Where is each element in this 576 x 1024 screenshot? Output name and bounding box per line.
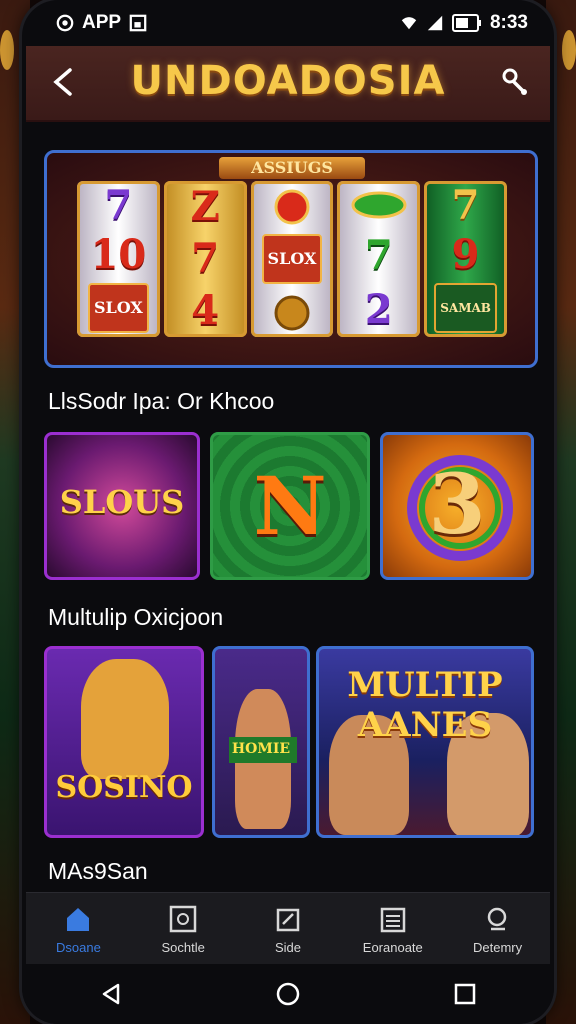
wifi-icon bbox=[401, 17, 417, 30]
section-title: Multulip Oxicjoon bbox=[48, 604, 224, 630]
nav-item-slide[interactable]: Side bbox=[236, 893, 341, 965]
game-tile-label: HOMIE bbox=[231, 741, 291, 757]
app-header: UNDOADOSIA bbox=[26, 46, 550, 122]
status-bar: APP 8:33 bbox=[22, 0, 554, 46]
reel: 7 10 SLOX bbox=[77, 181, 160, 337]
nav-item-home[interactable]: Dsoane bbox=[26, 893, 131, 965]
system-nav-bar bbox=[22, 964, 554, 1024]
background-light bbox=[562, 30, 576, 70]
game-tile[interactable]: 3 bbox=[380, 432, 534, 580]
search-icon bbox=[487, 907, 506, 930]
reel-symbol: SLOX bbox=[87, 283, 149, 334]
slot-reels: 7 10 SLOX Z 7 4 SLOX 7 2 7 9 SAMAB bbox=[77, 181, 507, 337]
system-home-icon[interactable] bbox=[275, 981, 301, 1007]
reel-symbol: 7 bbox=[191, 235, 220, 282]
game-tile-label: SLOUS bbox=[59, 483, 185, 521]
slide-icon bbox=[276, 908, 300, 931]
system-back-icon[interactable] bbox=[98, 981, 124, 1007]
cherry-icon bbox=[274, 189, 310, 225]
nav-label: Sochtle bbox=[161, 939, 205, 955]
reel: 7 2 bbox=[337, 181, 421, 337]
bottom-nav: Dsoane Sochtle Side Eoranoate Detemry bbox=[26, 892, 550, 965]
background-light bbox=[0, 30, 14, 70]
nav-item-schedule[interactable]: Sochtle bbox=[131, 893, 236, 965]
system-recents-icon[interactable] bbox=[452, 981, 478, 1007]
reel-symbol: SAMAB bbox=[434, 283, 497, 334]
game-tile[interactable]: SOSINO bbox=[44, 646, 204, 838]
nav-item-calendar[interactable]: Eoranoate bbox=[340, 893, 445, 965]
reel-symbol: 4 bbox=[191, 287, 220, 334]
home-icon bbox=[67, 907, 90, 931]
reel-symbol: 2 bbox=[364, 286, 393, 333]
game-tile[interactable]: HOMIE bbox=[212, 646, 310, 838]
signal-icon bbox=[427, 15, 443, 31]
game-tile[interactable]: N bbox=[210, 432, 370, 580]
game-tile-label: SOSINO bbox=[55, 770, 193, 805]
reel-symbol: SLOX bbox=[261, 233, 323, 284]
status-app-label: APP bbox=[82, 12, 122, 33]
nav-label: Eoranoate bbox=[362, 939, 423, 955]
game-tile[interactable]: SLOUS bbox=[44, 432, 200, 580]
game-tile-label: N bbox=[253, 459, 327, 553]
reel-symbol: 7 bbox=[364, 232, 393, 279]
gem-icon bbox=[351, 191, 407, 219]
reel-symbol: 9 bbox=[451, 230, 480, 278]
featured-slot-banner[interactable]: ASSIUGS 7 10 SLOX Z 7 4 SLOX 7 2 7 9 SAM… bbox=[44, 150, 538, 368]
reel-symbol: 7 bbox=[104, 181, 133, 229]
phone-frame: APP 8:33 UNDOADOSIA ASSIUGS 7 10 SLOX Z … bbox=[22, 0, 554, 1024]
location-icon bbox=[56, 14, 74, 32]
reel: SLOX bbox=[250, 181, 334, 337]
game-tile[interactable]: MULTIP AANES bbox=[316, 646, 534, 838]
status-time: 8:33 bbox=[489, 12, 528, 33]
nav-label: Detemry bbox=[473, 939, 523, 955]
back-icon[interactable] bbox=[44, 62, 84, 102]
calendar-icon bbox=[380, 907, 406, 932]
reel-symbol: 10 bbox=[90, 230, 147, 278]
section-title: LlsSodr Ipa: Or Khcoo bbox=[48, 388, 275, 414]
nav-item-search[interactable]: Detemry bbox=[445, 893, 550, 965]
image-icon bbox=[129, 14, 147, 32]
game-tile-label: MULTIP AANES bbox=[347, 665, 503, 745]
reel: Z 7 4 bbox=[163, 181, 247, 337]
battery-icon bbox=[451, 14, 481, 32]
banner-plaque: ASSIUGS bbox=[219, 157, 365, 179]
nav-label: Dsoane bbox=[55, 939, 101, 955]
section-title: MAs9San bbox=[48, 858, 148, 884]
nav-label: Side bbox=[274, 939, 301, 955]
game-tile-label: 3 bbox=[428, 457, 486, 553]
reel-symbol: 7 bbox=[451, 181, 480, 229]
user-icon[interactable] bbox=[494, 62, 534, 102]
reel-symbol: Z bbox=[190, 183, 220, 230]
character-figure bbox=[81, 659, 169, 779]
square-icon bbox=[169, 905, 197, 932]
coin-icon bbox=[274, 295, 310, 331]
app-title: UNDOADOSIA bbox=[130, 58, 446, 104]
reel: 7 9 SAMAB bbox=[424, 181, 507, 337]
